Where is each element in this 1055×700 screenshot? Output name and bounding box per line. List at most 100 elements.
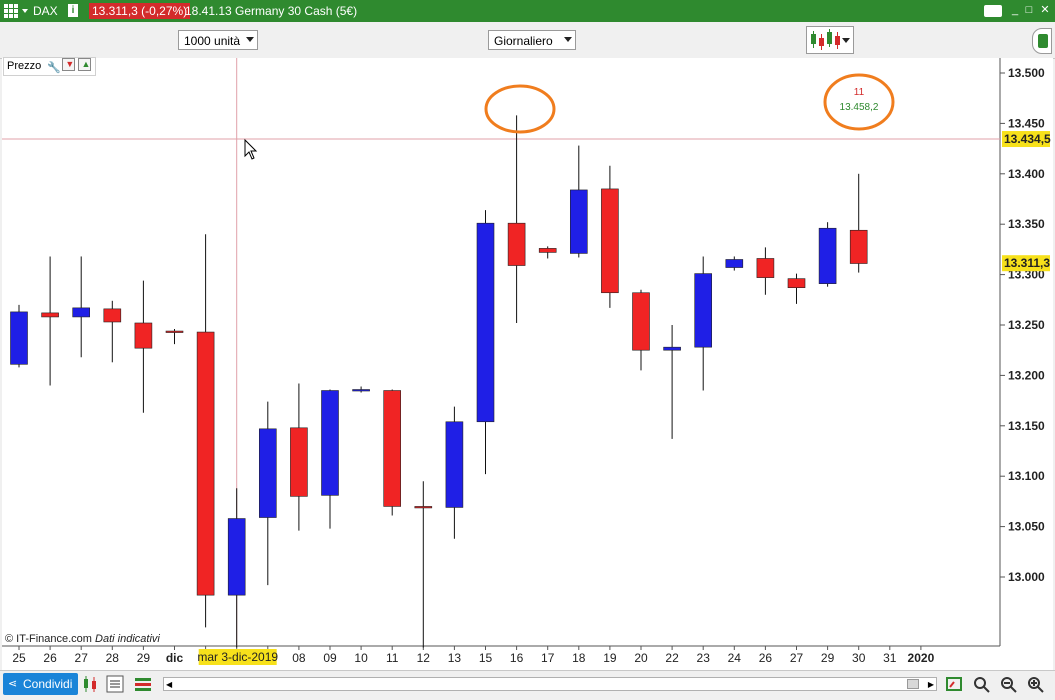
candle-body — [569, 189, 588, 254]
panel-title: Prezzo — [7, 60, 42, 72]
x-tick-label: 29 — [821, 651, 835, 665]
share-icon: ⋖ — [8, 678, 18, 690]
keyboard-icon[interactable] — [984, 5, 1002, 17]
x-tick-label: 30 — [852, 651, 866, 665]
close-icon[interactable]: ✕ — [1038, 4, 1052, 17]
x-tick-label: 27 — [790, 651, 804, 665]
candle-body — [507, 222, 526, 266]
indicator-add-icon[interactable]: ▼ — [62, 58, 76, 71]
scroll-left-icon[interactable]: ◀ — [166, 680, 172, 689]
period-select[interactable]: Giornaliero — [488, 30, 576, 50]
y-tick-label: 13.400 — [1008, 167, 1045, 181]
highlight-ellipse — [484, 84, 556, 134]
wrench-icon[interactable]: 🔧 — [47, 62, 61, 74]
chevron-down-icon — [564, 37, 572, 42]
chart-zoom-icon[interactable] — [946, 675, 964, 693]
side-panel-toggle[interactable] — [1032, 28, 1052, 54]
candle-body — [134, 322, 153, 349]
window-title: 18.41.13 Germany 30 Cash (5€) — [185, 4, 358, 18]
y-tick-label: 13.150 — [1008, 419, 1045, 433]
chevron-down-icon — [842, 38, 850, 43]
x-tick-label: 26 — [43, 651, 57, 665]
x-tick-label: 19 — [603, 651, 617, 665]
annotation-value: 13.458,2 — [840, 102, 879, 113]
indicator-up-icon[interactable]: ▲ — [78, 58, 92, 71]
x-tick-label: 15 — [479, 651, 493, 665]
minimize-icon[interactable]: _ — [1008, 4, 1022, 17]
x-tick-label: 17 — [541, 651, 555, 665]
x-tick-label: 09 — [323, 651, 337, 665]
candle-body — [694, 273, 713, 348]
x-tick-label: 13 — [448, 651, 462, 665]
share-button[interactable]: ⋖ Condividi — [3, 673, 79, 695]
zoom-out-icon[interactable] — [999, 675, 1017, 693]
x-tick-label: 08 — [292, 651, 306, 665]
candle-body — [787, 278, 806, 289]
y-tick-label: 13.500 — [1008, 66, 1045, 80]
candle-body — [41, 312, 59, 318]
x-tick-label: 22 — [665, 651, 679, 665]
list-icon[interactable] — [106, 675, 124, 693]
candle-body — [445, 421, 464, 508]
x-tick-label: 16 — [510, 651, 524, 665]
title-bar: DAX i 13.311,3 (-0,27%) 18.41.13 Germany… — [0, 0, 1055, 22]
time-scrollbar[interactable]: ◀ ▶ — [163, 677, 937, 691]
candle-body — [818, 227, 837, 284]
x-tick-label: 31 — [883, 651, 897, 665]
x-tick-label: dic — [166, 651, 184, 665]
chart-credit: © IT-Finance.com Dati indicativi — [5, 633, 160, 645]
instrument-name: DAX — [33, 4, 58, 18]
chevron-down-icon — [246, 37, 254, 42]
x-tick-label: 26 — [759, 651, 773, 665]
mouse-cursor-icon — [244, 138, 258, 160]
y-tick-label: 13.200 — [1008, 368, 1045, 382]
candle-body — [538, 248, 557, 253]
price-chart[interactable]: 13.50013.45013.40013.35013.30013.25013.2… — [2, 58, 1053, 670]
candle-body — [103, 308, 122, 323]
units-select-value: 1000 unità — [184, 34, 241, 48]
price-change-badge: 13.311,3 (-0,27%) — [89, 3, 191, 19]
chart-type-button[interactable] — [806, 26, 854, 54]
candle-body — [632, 292, 650, 351]
candle-body — [258, 428, 277, 518]
info-icon[interactable]: i — [68, 4, 78, 17]
chart-area[interactable]: 13.500 13.450 13.400 13.350 13.300 13.250 13.2… — [2, 58, 1053, 670]
candle-body — [72, 307, 90, 318]
zoom-fit-icon[interactable] — [972, 675, 990, 693]
candlestick-chart-icon — [811, 29, 840, 50]
candle-body — [849, 229, 868, 264]
candle-body — [756, 258, 775, 278]
candle-body — [352, 389, 370, 392]
candle-body — [601, 188, 619, 294]
y-tick-label: 13.100 — [1008, 469, 1045, 483]
bottom-bar: ⋖ Condividi ◀ ▶ — [0, 670, 1055, 700]
scroll-thumb[interactable] — [907, 679, 919, 689]
candlestick-icon[interactable] — [82, 675, 100, 693]
x-tick-label: 11 — [386, 651, 399, 665]
dropdown-icon[interactable] — [22, 9, 28, 13]
chart-settings-icon — [1038, 34, 1048, 48]
x-tick-label: 23 — [697, 651, 711, 665]
candle-body — [196, 331, 215, 596]
units-select[interactable]: 1000 unità — [178, 30, 258, 50]
zoom-in-icon[interactable] — [1026, 675, 1044, 693]
x-tick-label: 10 — [354, 651, 368, 665]
x-tick-label: 20 — [634, 651, 648, 665]
y-tick-label: 13.350 — [1008, 217, 1045, 231]
share-label: Condividi — [23, 677, 73, 691]
x-tick-label: 24 — [728, 651, 742, 665]
x-tick-label: 12 — [417, 651, 431, 665]
y-tick-label: 13.000 — [1008, 570, 1045, 584]
bars-icon[interactable] — [134, 675, 152, 693]
x-tick-label: 27 — [75, 651, 89, 665]
y-tick-label: 13.450 — [1008, 116, 1045, 130]
maximize-icon[interactable]: □ — [1022, 4, 1036, 17]
candle-body — [10, 311, 28, 365]
crosshair-date-label: mar 3-dic-2019 — [197, 650, 278, 664]
scroll-right-icon[interactable]: ▶ — [928, 680, 934, 689]
candle-body — [227, 518, 246, 596]
last-price-label: 13.311,3 — [1004, 256, 1050, 270]
menu-grid-icon[interactable] — [3, 3, 19, 19]
annotation-count: 11 — [854, 87, 865, 98]
candle-body — [321, 390, 339, 496]
